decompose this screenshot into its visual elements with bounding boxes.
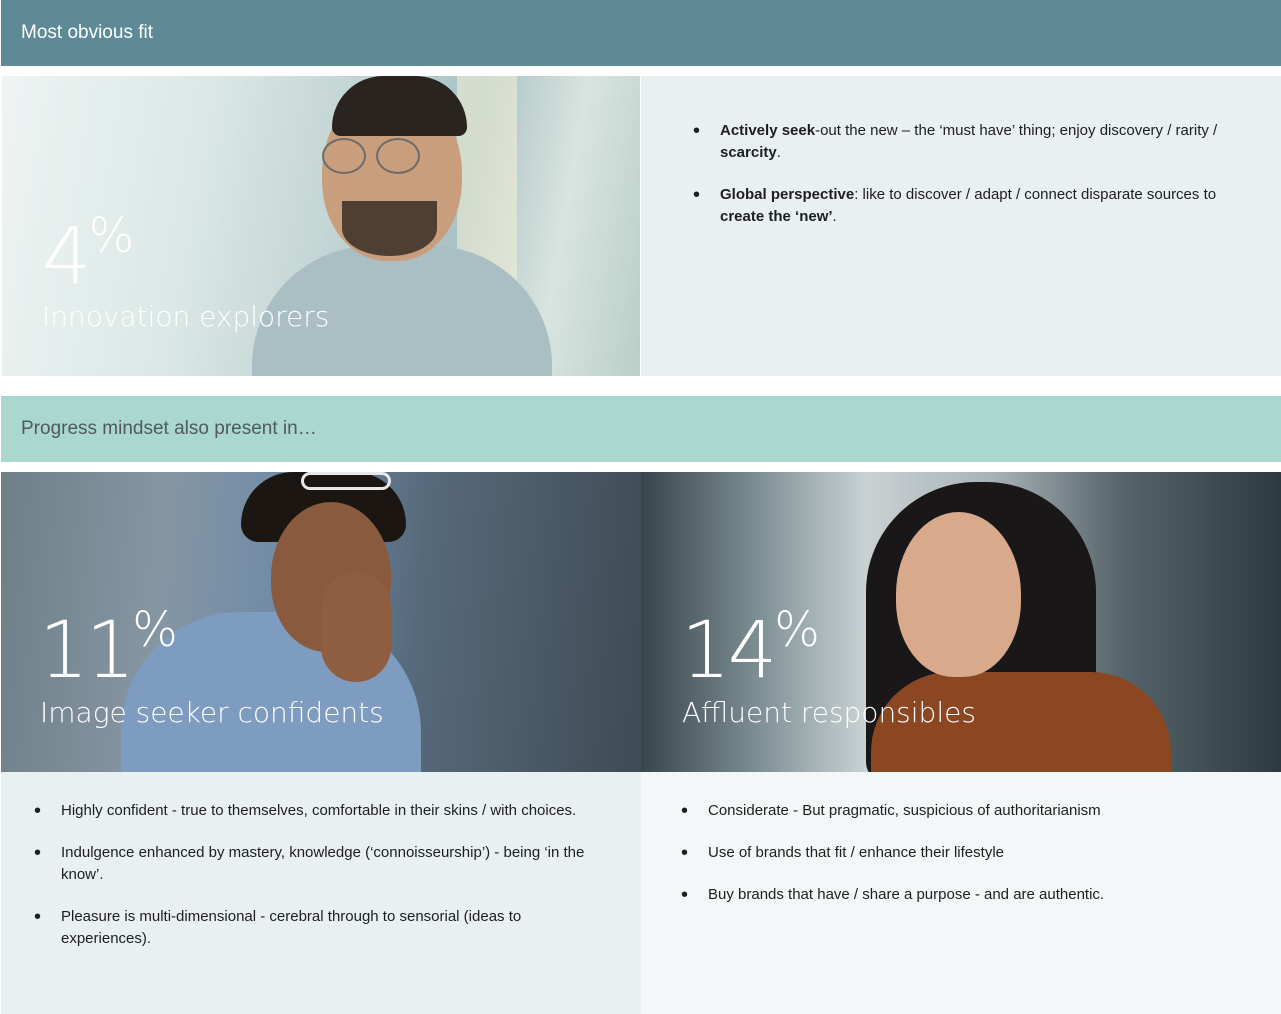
- segment-percentage: 4%: [42, 212, 134, 296]
- bullet-list: Highly confident - true to themselves, c…: [34, 800, 594, 970]
- photo-shape: [332, 76, 467, 136]
- bullet-emphasis: scarcity: [720, 144, 777, 161]
- percent-sign: %: [132, 602, 178, 658]
- percentage-value: 4: [42, 212, 92, 302]
- photo-shape: [376, 138, 420, 174]
- innovation-explorers-photo: 4% Innovation explorers: [2, 76, 640, 376]
- photo-shape: [322, 138, 366, 174]
- image-seeker-confidents-photo: 11% Image seeker confidents: [1, 472, 641, 772]
- list-item: Indulgence enhanced by mastery, knowledg…: [34, 842, 594, 886]
- section-title: Progress mindset also present in…: [21, 418, 317, 439]
- section-header-most-obvious-fit: Most obvious fit: [1, 0, 1281, 66]
- segment-label: Affluent responsibles: [682, 696, 976, 729]
- segment-percentage: 11%: [39, 606, 178, 690]
- segment-label: Image seeker confidents: [40, 696, 384, 729]
- image-seeker-confidents-panel: Highly confident - true to themselves, c…: [1, 772, 641, 1014]
- innovation-explorers-panel: Actively seek-out the new – the ‘must ha…: [641, 76, 1281, 376]
- list-item: Highly confident - true to themselves, c…: [34, 800, 594, 822]
- segment-label: Innovation explorers: [42, 300, 330, 333]
- list-item: Buy brands that have / share a purpose -…: [681, 884, 1241, 906]
- percentage-value: 11: [39, 606, 135, 696]
- bullet-emphasis: Actively seek: [720, 122, 816, 139]
- list-item: Considerate - But pragmatic, suspicious …: [681, 800, 1241, 822]
- list-item: Use of brands that fit / enhance their l…: [681, 842, 1241, 864]
- bullet-list: Actively seek-out the new – the ‘must ha…: [693, 120, 1253, 248]
- section-title: Most obvious fit: [21, 22, 153, 43]
- list-item: Actively seek-out the new – the ‘must ha…: [693, 120, 1253, 164]
- bullet-list: Considerate - But pragmatic, suspicious …: [681, 800, 1241, 926]
- bullet-text: : like to discover / adapt / connect dis…: [854, 186, 1217, 203]
- percent-sign: %: [774, 602, 820, 658]
- photo-shape: [301, 472, 391, 490]
- bullet-text: .: [776, 144, 781, 161]
- section-header-progress-mindset: Progress mindset also present in…: [1, 396, 1281, 462]
- affluent-responsibles-panel: Considerate - But pragmatic, suspicious …: [641, 772, 1281, 1014]
- photo-shape: [321, 572, 391, 682]
- bullet-text: -out the new – the ‘must have’ thing; en…: [815, 122, 1218, 139]
- bullet-emphasis: Global perspective: [720, 186, 855, 203]
- photo-shape: [896, 512, 1021, 677]
- bullet-emphasis: create the ‘new’: [720, 208, 833, 225]
- percent-sign: %: [88, 208, 135, 264]
- list-item: Global perspective: like to discover / a…: [693, 184, 1253, 228]
- percentage-value: 14: [681, 606, 777, 696]
- list-item: Pleasure is multi-dimensional - cerebral…: [34, 906, 594, 950]
- bullet-text: .: [832, 208, 837, 225]
- segment-percentage: 14%: [681, 606, 820, 690]
- photo-shape: [342, 201, 437, 256]
- affluent-responsibles-photo: 14% Affluent responsibles: [641, 472, 1281, 772]
